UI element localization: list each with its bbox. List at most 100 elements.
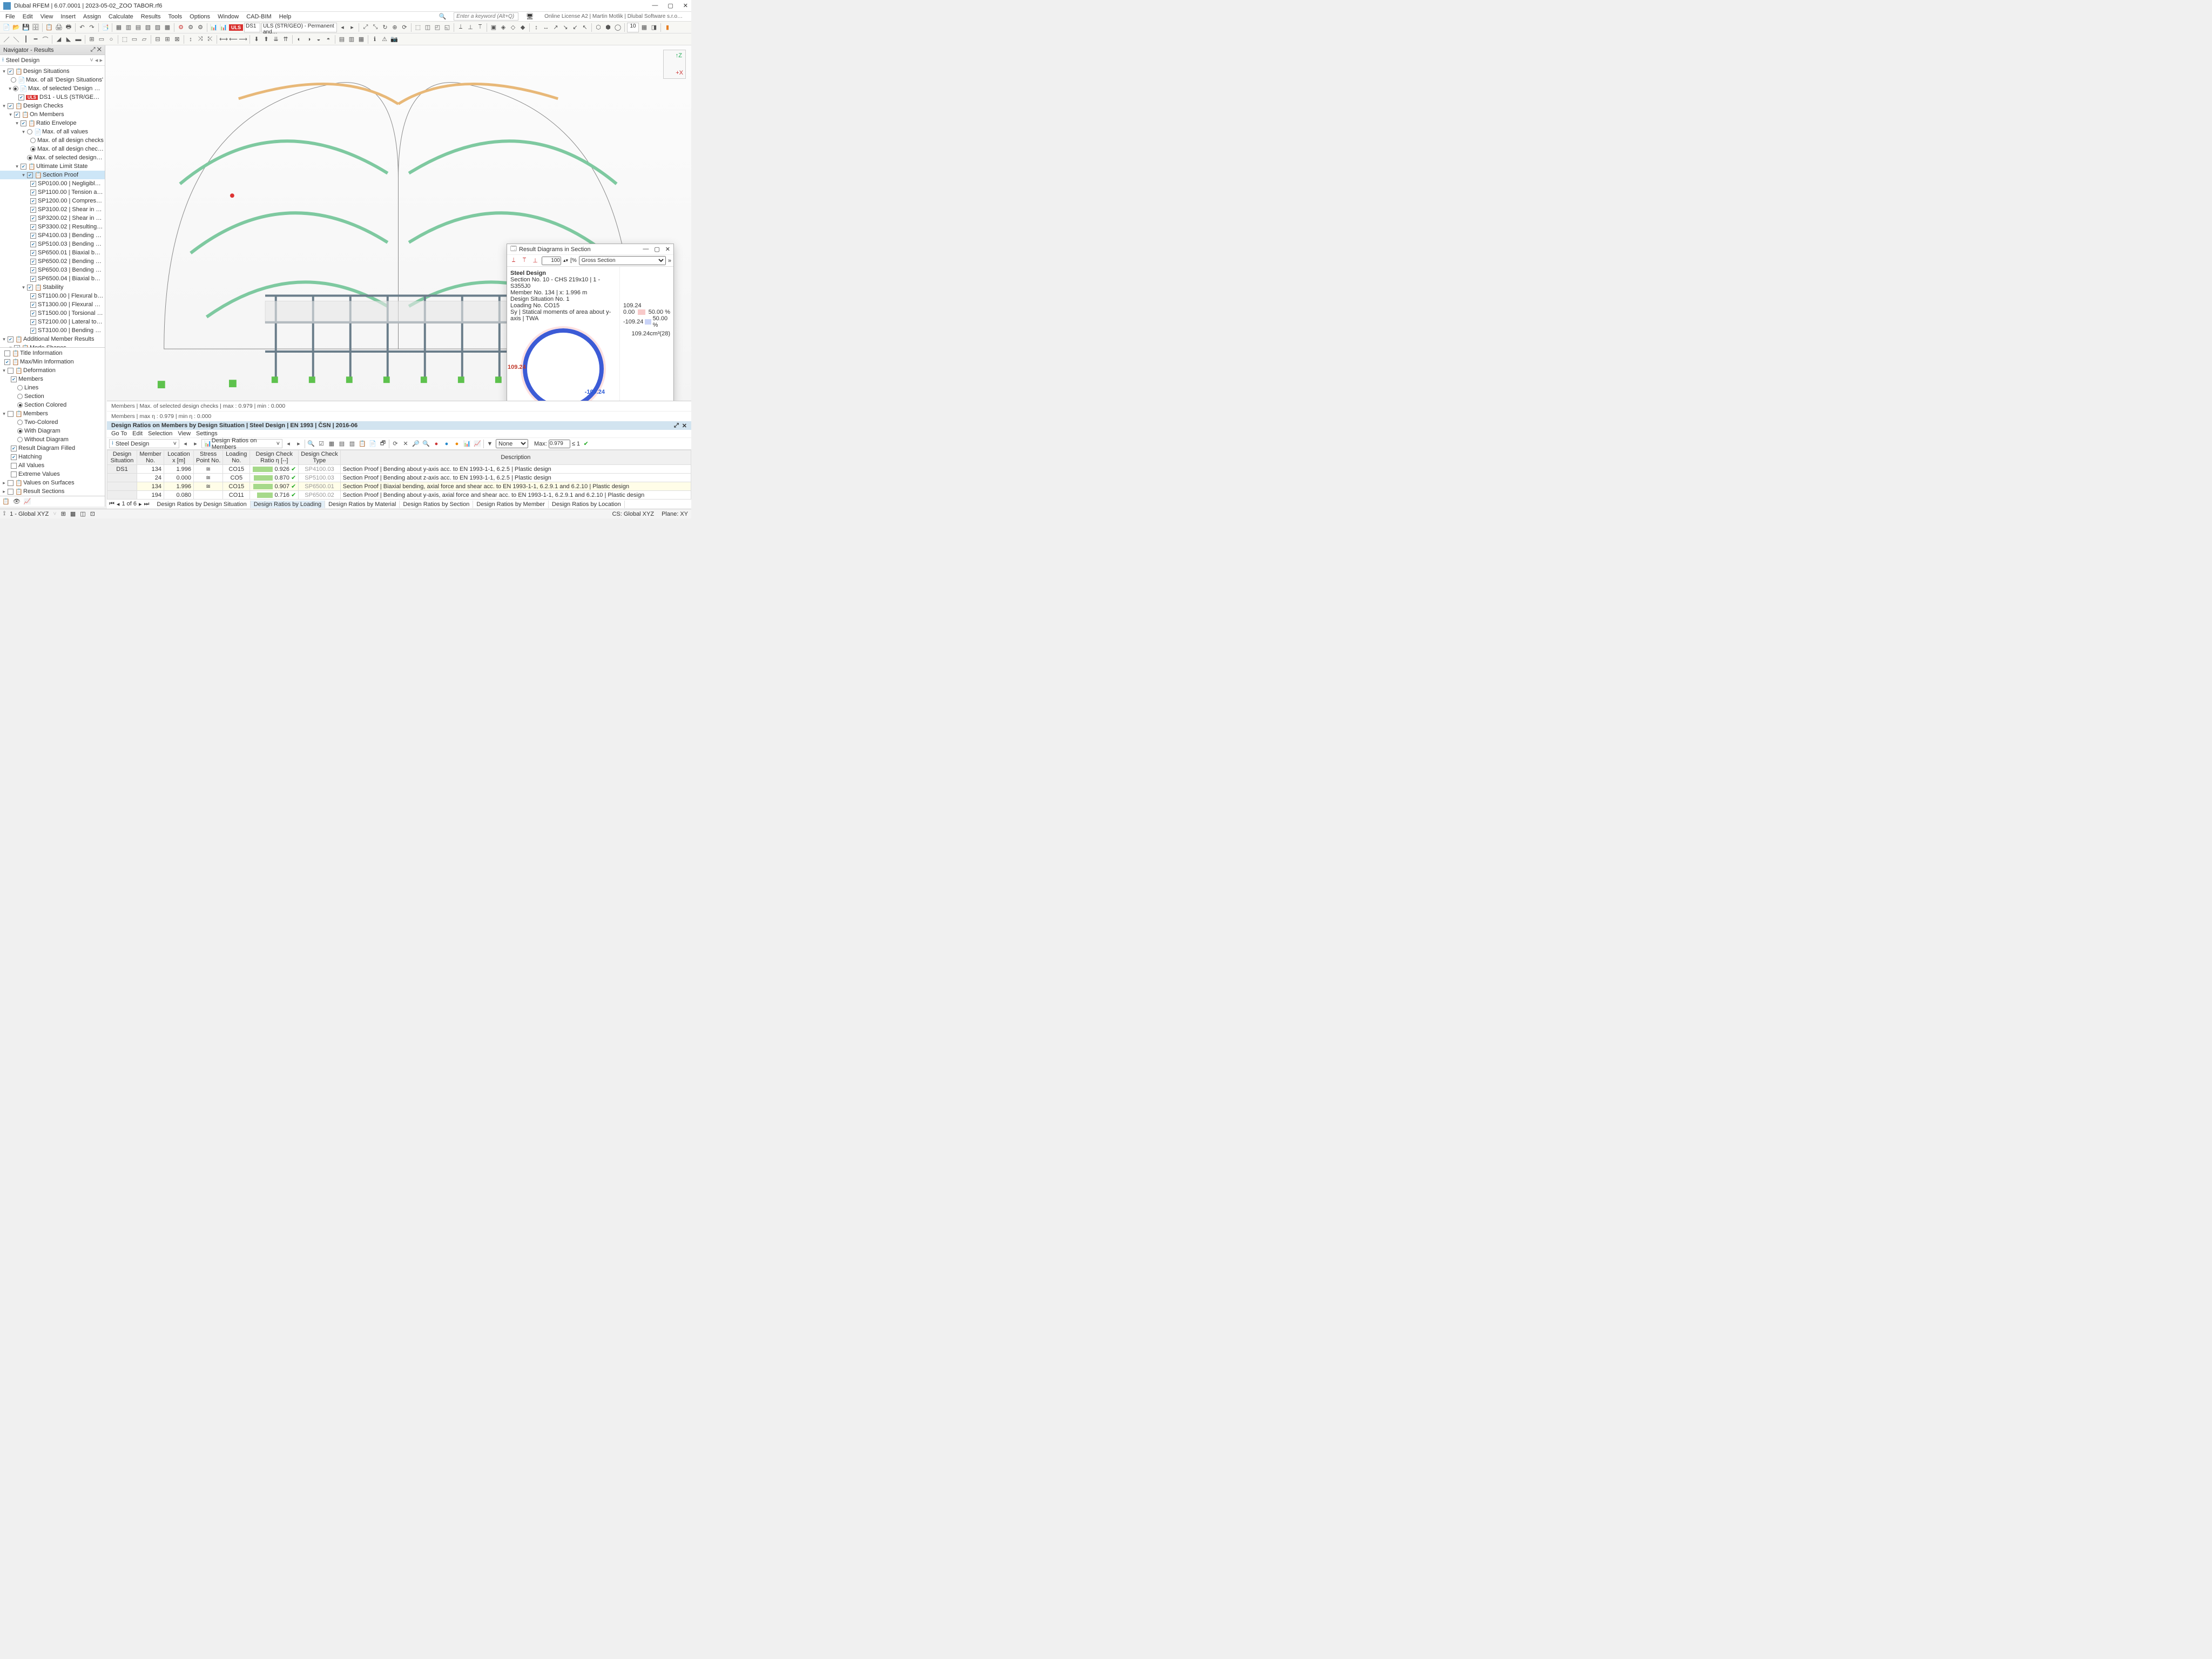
r4-icon[interactable]: ◓: [324, 35, 333, 44]
calc3-icon[interactable]: ⚙: [186, 23, 195, 32]
th-ds[interactable]: DesignSituation: [107, 450, 137, 465]
sp-10[interactable]: SP6500.03 | Bending about z…: [38, 267, 104, 273]
st-2[interactable]: ST1500.00 | Torsional bucklin…: [38, 310, 104, 316]
sect-close-icon[interactable]: ✕: [665, 246, 670, 253]
table-row[interactable]: 1940.080CO11 0.716 ✔SP6500.02Section Pro…: [107, 491, 691, 500]
nav-dock-icon[interactable]: ⤢: [91, 46, 96, 53]
surf1-icon[interactable]: ◢: [55, 35, 63, 44]
view3-icon[interactable]: ◰: [433, 23, 442, 32]
menu-file[interactable]: File: [2, 13, 18, 21]
p-prev2-icon[interactable]: ◂: [284, 440, 293, 448]
sect-t1-icon[interactable]: ⟘: [509, 257, 518, 265]
pg-first-icon[interactable]: ⏮: [109, 501, 114, 508]
sp-2[interactable]: SP1200.00 | Compression acc…: [38, 198, 104, 204]
sp-5[interactable]: SP3300.02 | Resulting shear a…: [38, 224, 104, 230]
sb-cs-icon[interactable]: ⟟: [3, 510, 5, 517]
sp-7[interactable]: SP5100.03 | Bending about z…: [38, 241, 104, 247]
print-icon[interactable]: 🖨: [55, 23, 63, 32]
st-1[interactable]: ST1300.00 | Flexural buckling…: [38, 301, 104, 308]
menu-insert[interactable]: Insert: [57, 13, 79, 21]
line4-icon[interactable]: ━: [31, 35, 40, 44]
sp-1[interactable]: SP1100.00 | Tension acc. to E…: [38, 189, 104, 195]
sp-6[interactable]: SP4100.03 | Bending about y…: [38, 232, 104, 239]
sb-i4-icon[interactable]: ⊡: [90, 510, 95, 517]
pmenu-view[interactable]: View: [178, 430, 191, 437]
nav2-icon[interactable]: ⤡: [371, 23, 380, 32]
axes1-icon[interactable]: ↕: [532, 23, 541, 32]
sect-more-icon[interactable]: »: [668, 258, 671, 264]
search-input[interactable]: [454, 12, 518, 21]
pt5-icon[interactable]: ▥: [348, 440, 356, 448]
nf-wd[interactable]: With Diagram: [24, 428, 60, 434]
sel3-icon[interactable]: ▱: [140, 35, 149, 44]
nf-extv[interactable]: Extreme Values: [18, 471, 60, 477]
menu-help[interactable]: Help: [276, 13, 295, 21]
ds-maxsel[interactable]: Max. of selected 'Design Situations': [28, 85, 104, 92]
table-row[interactable]: 240.000≅CO5 0.870 ✔SP5100.03Section Proo…: [107, 474, 691, 482]
res3-icon[interactable]: ▦: [357, 35, 366, 44]
loads-icon[interactable]: 📊: [210, 23, 218, 32]
box3-icon[interactable]: ◇: [509, 23, 517, 32]
navtab-data-icon[interactable]: 📋: [2, 498, 10, 505]
nf-sect[interactable]: Section: [24, 393, 44, 400]
nf-allv[interactable]: All Values: [18, 462, 44, 469]
filter-icon[interactable]: ▼: [485, 440, 494, 448]
pt3-icon[interactable]: ▦: [327, 440, 336, 448]
st-0[interactable]: ST1100.00 | Flexural buckling…: [38, 293, 104, 299]
pmenu-settings[interactable]: Settings: [196, 430, 218, 437]
view2-icon[interactable]: ◫: [423, 23, 432, 32]
p-next-icon[interactable]: ▸: [191, 440, 200, 448]
sect-t2-icon[interactable]: ⟙: [520, 257, 529, 265]
menu-results[interactable]: Results: [138, 13, 164, 21]
saveall-icon[interactable]: 🗄: [31, 23, 40, 32]
menu-options[interactable]: Options: [186, 13, 213, 21]
mod3-icon[interactable]: ⤪: [206, 35, 214, 44]
pt7-icon[interactable]: 📄: [368, 440, 377, 448]
layout3-icon[interactable]: ▤: [134, 23, 143, 32]
save-icon[interactable]: 💾: [22, 23, 30, 32]
layout2-icon[interactable]: ▥: [124, 23, 133, 32]
nf-hatch[interactable]: Hatching: [18, 454, 42, 460]
nf-def[interactable]: Deformation: [23, 367, 56, 374]
p-prev-icon[interactable]: ◂: [181, 440, 190, 448]
res1-icon[interactable]: ▤: [338, 35, 346, 44]
steel-design-filter[interactable]: ⟊ Steel Design ˅ ◂ ▸: [0, 55, 105, 66]
pg-prev-icon[interactable]: ◂: [117, 501, 120, 508]
btab-0[interactable]: Design Ratios by Design Situation: [153, 501, 250, 508]
view4-icon[interactable]: ◱: [443, 23, 451, 32]
r3-icon[interactable]: ◒: [314, 35, 323, 44]
dc-root[interactable]: Design Checks: [23, 103, 63, 109]
pg-last-icon[interactable]: ⏭: [144, 501, 150, 508]
sect-t3-icon[interactable]: ⊥: [531, 257, 539, 265]
redo-icon[interactable]: ↷: [87, 23, 96, 32]
nav3-icon[interactable]: ↻: [381, 23, 389, 32]
prev-icon[interactable]: ◂: [338, 23, 347, 32]
copy-icon[interactable]: 📑: [101, 23, 110, 32]
next-icon[interactable]: ▸: [348, 23, 356, 32]
new-icon[interactable]: 📄: [2, 23, 11, 32]
nf-two[interactable]: Two-Colored: [24, 419, 58, 426]
sect-max-icon[interactable]: ▢: [654, 246, 659, 253]
sb-i1-icon[interactable]: ⊞: [61, 510, 66, 517]
pt13-icon[interactable]: ●: [432, 440, 441, 448]
report-icon[interactable]: 🖶: [64, 23, 73, 32]
dc-maxval[interactable]: Max. of all values: [42, 129, 88, 135]
menu-tools[interactable]: Tools: [165, 13, 185, 21]
sel1-icon[interactable]: ⬚: [120, 35, 129, 44]
filter-none[interactable]: None: [496, 439, 528, 448]
pt12-icon[interactable]: 🔍: [422, 440, 430, 448]
table-row[interactable]: 1341.996≅CO15 0.907 ✔SP6500.01Section Pr…: [107, 482, 691, 491]
dim3-icon[interactable]: ⟶: [239, 35, 247, 44]
p-next2-icon[interactable]: ▸: [294, 440, 303, 448]
res2-icon[interactable]: ▥: [347, 35, 356, 44]
nf-mem2[interactable]: Members: [23, 410, 48, 417]
pmenu-goto[interactable]: Go To: [111, 430, 127, 437]
box2-icon[interactable]: ◈: [499, 23, 508, 32]
model1-icon[interactable]: ⬡: [594, 23, 603, 32]
layout6-icon[interactable]: ▩: [163, 23, 172, 32]
maximize-icon[interactable]: ▢: [667, 2, 673, 9]
cs3-icon[interactable]: ○: [107, 35, 116, 44]
table-row[interactable]: DS11341.996≅CO15 0.926 ✔SP4100.03Section…: [107, 465, 691, 474]
panel-filter2[interactable]: 📊 Design Ratios on Members˅: [201, 439, 282, 448]
th-lo[interactable]: LoadingNo.: [223, 450, 250, 465]
